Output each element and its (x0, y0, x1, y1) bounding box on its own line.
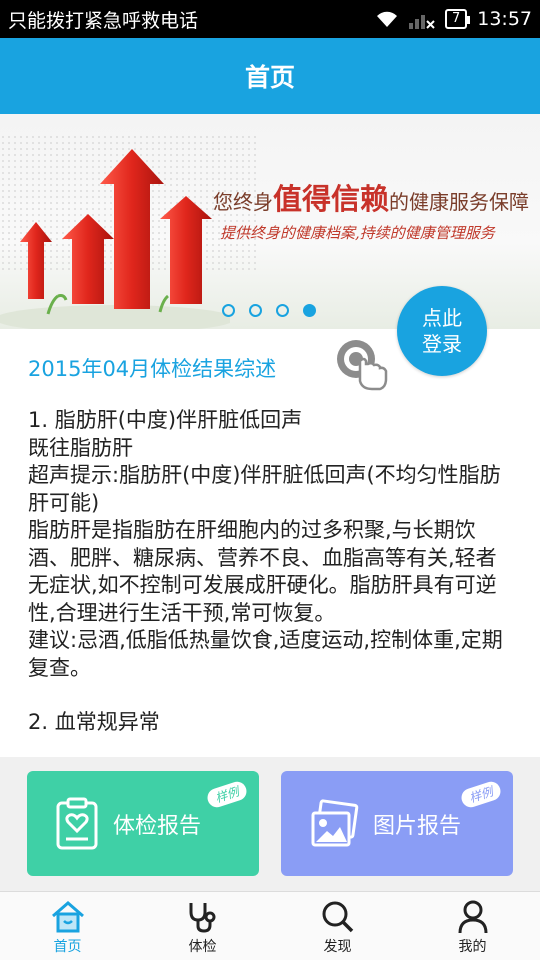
report-paragraph: 1. 脂肪肝(中度)伴肝脏低回声 (28, 408, 303, 432)
tagline-highlight: 值得信赖 (273, 182, 390, 216)
nav-label-discover: 发现 (323, 939, 352, 955)
person-icon (458, 900, 487, 934)
tagline-prefix: 您终身 (213, 190, 273, 214)
tap-hint-icon (337, 340, 388, 391)
carousel-dot-active[interactable] (303, 304, 316, 317)
bottom-navigation: 首页 体检 发现 我的 (0, 891, 540, 960)
photo-report-card[interactable]: 图片报告 样例 (281, 771, 513, 876)
nav-item-home[interactable]: 首页 (0, 892, 135, 960)
home-icon (51, 901, 84, 933)
carousel-dot[interactable] (276, 304, 289, 317)
nav-label-home: 首页 (53, 939, 82, 955)
nav-label-exam: 体检 (188, 939, 217, 955)
report-paragraph: 脂肪肝是指脂肪在肝细胞内的过多积聚,与长期饮酒、肥胖、糖尿病、营养不良、血脂高等… (28, 518, 497, 625)
tagline-suffix: 的健康服务保障 (389, 190, 530, 214)
report-summary[interactable]: 2015年04月体检结果综述 1. 脂肪肝(中度)伴肝脏低回声 既往脂肪肝 超声… (0, 329, 540, 757)
carousel-indicators (222, 304, 316, 317)
wifi-icon (376, 11, 397, 27)
picture-icon (311, 798, 359, 846)
exam-report-card[interactable]: 体检报告 样例 (27, 771, 259, 876)
report-paragraph: 既往脂肪肝 (28, 435, 133, 460)
report-actions: 体检报告 样例 图片报告 样例 (0, 757, 540, 891)
battery-icon: 7 (444, 9, 471, 29)
photo-report-label: 图片报告 (373, 813, 462, 839)
stethoscope-icon (189, 903, 215, 933)
nav-item-mine[interactable]: 我的 (405, 892, 540, 960)
report-next-item: 2. 血常规异常 (28, 710, 160, 734)
status-bar: 只能拨打紧急呼救电话 7 13:57 (0, 0, 540, 38)
carousel-dot[interactable] (222, 304, 235, 317)
signal-icon (408, 15, 435, 29)
page-title: 首页 (244, 63, 295, 92)
sample-badge: 样例 (205, 779, 249, 810)
status-time: 13:57 (477, 8, 532, 30)
search-icon (322, 901, 353, 933)
login-button-line1: 点此 (422, 306, 462, 330)
report-paragraph: 建议:忌酒,低脂低热量饮食,适度运动,控制体重,定期复查。 (28, 628, 503, 680)
report-paragraph: 超声提示:脂肪肝(中度)伴肝脏低回声(不均匀性脂肪肝可能) (28, 463, 501, 515)
nav-item-discover[interactable]: 发现 (270, 892, 405, 960)
growth-arrows-illustration (0, 149, 230, 329)
report-body: 1. 脂肪肝(中度)伴肝脏低回声 既往脂肪肝 超声提示:脂肪肝(中度)伴肝脏低回… (28, 407, 514, 737)
status-icons: 7 13:57 (375, 8, 532, 30)
banner-subtitle: 提供终身的健康档案,持续的健康管理服务 (220, 224, 495, 242)
clipboard-heart-icon (56, 797, 98, 849)
exam-report-label: 体检报告 (113, 813, 202, 839)
sample-badge: 样例 (459, 779, 503, 810)
carousel-dot[interactable] (249, 304, 262, 317)
app-bar: 首页 (0, 38, 540, 114)
nav-item-exam[interactable]: 体检 (135, 892, 270, 960)
report-title: 2015年04月体检结果综述 (28, 357, 277, 381)
nav-label-mine: 我的 (458, 939, 487, 955)
banner-tagline: 您终身值得信赖的健康服务保障 (213, 176, 529, 218)
carrier-text: 只能拨打紧急呼救电话 (8, 9, 199, 32)
